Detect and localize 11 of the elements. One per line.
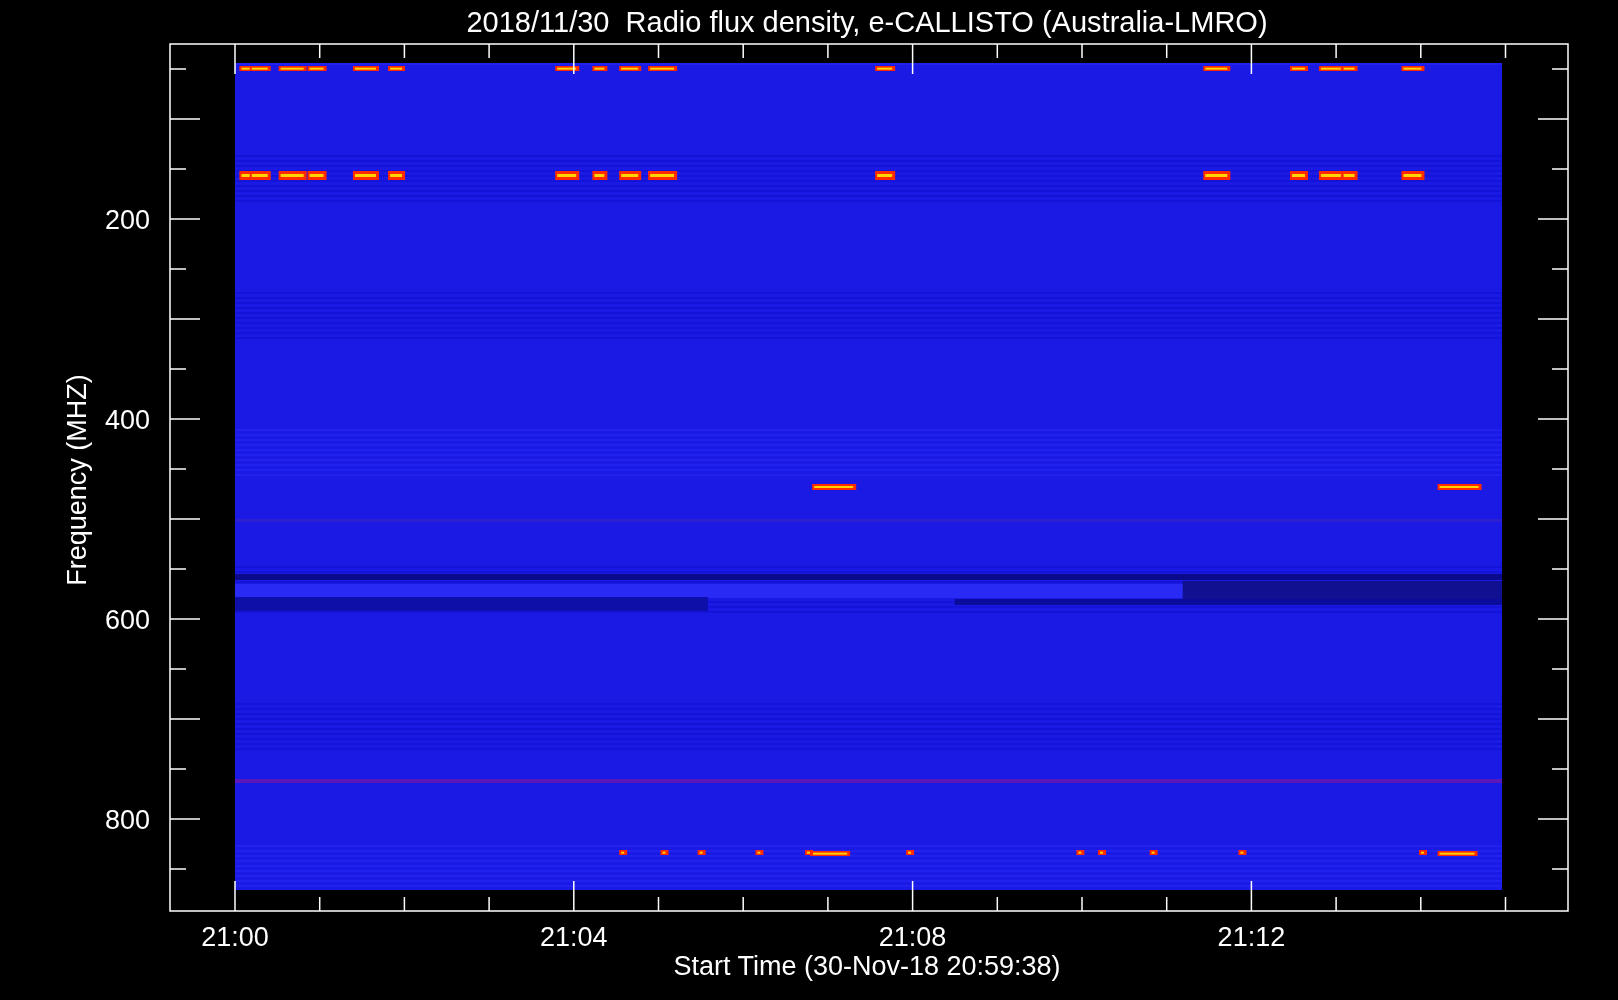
- plot-title: 2018/11/30 Radio flux density, e-CALLISTO (Australia-LMRO): [466, 6, 1268, 38]
- tick-label: 21:00: [201, 922, 269, 952]
- tick-label: 600: [104, 605, 150, 635]
- tick-label: 21:08: [878, 922, 947, 952]
- tick-label: 21:04: [540, 922, 608, 952]
- tick-label: 21:12: [1217, 922, 1286, 952]
- tick-label: 200: [104, 205, 150, 235]
- axis-label: Start Time (30-Nov-18 20:59:38): [673, 951, 1061, 981]
- tick-label: 400: [104, 405, 150, 435]
- axis-label: Frequency (MHZ): [62, 374, 92, 586]
- tick-label: 800: [104, 805, 150, 835]
